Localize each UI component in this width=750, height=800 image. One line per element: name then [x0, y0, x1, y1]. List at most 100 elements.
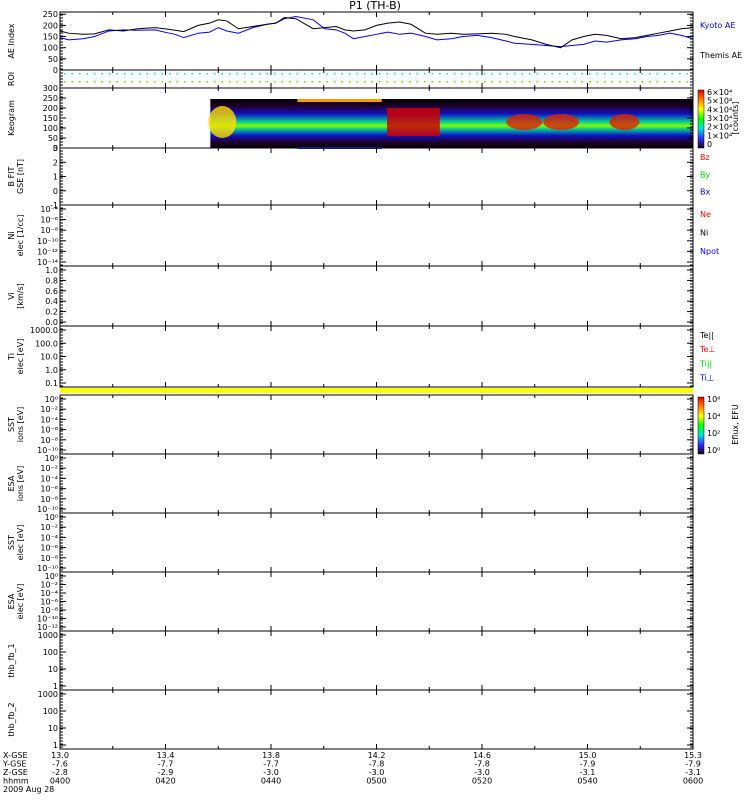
- roi-dot: [656, 73, 658, 75]
- roi-dot: [409, 81, 411, 83]
- roi-dot: [371, 73, 373, 75]
- roi-dot: [266, 81, 268, 83]
- roi-dot: [424, 73, 426, 75]
- keogram-bright-region: [208, 106, 237, 138]
- y-tick-label: 0.6: [45, 287, 58, 296]
- roi-dot: [596, 73, 598, 75]
- y-axis-label-bfit: B FIT: [7, 166, 16, 186]
- roi-dot: [424, 81, 426, 83]
- roi-dot: [154, 81, 156, 83]
- roi-dot: [101, 73, 103, 75]
- roi-dot: [656, 81, 658, 83]
- y-tick-label: 10⁻²: [40, 523, 58, 532]
- roi-dot: [266, 73, 268, 75]
- y-tick-label: 100: [43, 648, 58, 657]
- roi-dot: [454, 81, 456, 83]
- y-axis-sublabel-sst_i: ions [eV]: [16, 407, 25, 443]
- series-line-kyoto-ae: [59, 15, 694, 48]
- y-tick-label: 10⁻⁶: [40, 485, 58, 494]
- y-tick-label: 10⁻⁶: [40, 216, 58, 225]
- roi-dot: [236, 81, 238, 83]
- roi-dot: [536, 81, 538, 83]
- legend-Bz: Bz: [700, 153, 710, 162]
- y-axis-label-ti: Ti: [7, 353, 16, 361]
- roi-dot: [619, 81, 621, 83]
- roi-dot: [71, 73, 73, 75]
- roi-dot: [491, 81, 493, 83]
- roi-dot: [566, 73, 568, 75]
- panel-frame-fb2: [59, 689, 694, 750]
- roi-dot: [386, 73, 388, 75]
- roi-dot: [386, 81, 388, 83]
- roi-dot: [274, 81, 276, 83]
- legend-themis-ae: Themis AE: [699, 51, 742, 60]
- y-tick-label: 100: [43, 707, 58, 716]
- roi-dot: [206, 73, 208, 75]
- colorbar-sst_i: [697, 396, 705, 455]
- roi-dot: [199, 73, 201, 75]
- roi-dot: [214, 81, 216, 83]
- roi-dot: [394, 73, 396, 75]
- roi-dot: [191, 73, 193, 75]
- roi-dot: [199, 81, 201, 83]
- roi-dot: [169, 73, 171, 75]
- y-tick-label: 1: [53, 173, 58, 182]
- roi-dot: [604, 81, 606, 83]
- roi-dot: [506, 81, 508, 83]
- roi-dot: [274, 73, 276, 75]
- date-label: 2009 Aug 28: [3, 785, 54, 794]
- roi-dot: [671, 81, 673, 83]
- y-tick-label: 10⁻⁴: [40, 533, 58, 542]
- roi-dot: [686, 73, 688, 75]
- roi-dot: [521, 73, 523, 75]
- legend-Ni: Ni: [700, 228, 708, 237]
- roi-dot: [169, 81, 171, 83]
- roi-dot: [326, 81, 328, 83]
- legend-Te⊥: Te⊥: [699, 345, 715, 354]
- roi-dot: [229, 81, 231, 83]
- roi-dot: [619, 73, 621, 75]
- roi-dot: [319, 73, 321, 75]
- panel-frame-vi: [59, 265, 694, 327]
- y-tick-label: 100: [43, 44, 58, 53]
- roi-dot: [184, 73, 186, 75]
- roi-dot: [356, 81, 358, 83]
- y-axis-sublabel-bfit: GSE [nT]: [16, 159, 25, 194]
- roi-dot: [521, 81, 523, 83]
- y-axis-label-sst_i: SST: [7, 417, 16, 432]
- roi-dot: [401, 81, 403, 83]
- roi-dot: [236, 73, 238, 75]
- y-tick-label: 250: [43, 94, 58, 103]
- roi-dot: [439, 81, 441, 83]
- roi-dot: [131, 73, 133, 75]
- y-tick-label: 0.2: [45, 308, 58, 317]
- colorbar-label: [counts]: [731, 102, 740, 135]
- roi-dot: [296, 81, 298, 83]
- y-tick-label: 0: [53, 187, 58, 196]
- y-tick-label: 100: [43, 124, 58, 133]
- legend-Npot: Npot: [700, 247, 719, 256]
- roi-dot: [206, 81, 208, 83]
- y-tick-label: 150: [43, 114, 58, 123]
- roi-dot: [184, 81, 186, 83]
- y-tick-label: 1000.0: [30, 326, 58, 335]
- roi-dot: [356, 73, 358, 75]
- y-tick-label: 10⁻⁶: [40, 544, 58, 553]
- colorbar-tick-label: 10⁶: [707, 395, 720, 404]
- y-axis-label-keogram: Keogram: [7, 100, 16, 136]
- roi-dot: [431, 73, 433, 75]
- colorbar-tick-label: 0: [707, 140, 712, 149]
- y-tick-label: 10⁻⁸: [40, 436, 58, 445]
- y-tick-label: 1000: [38, 631, 58, 640]
- roi-dot: [611, 73, 613, 75]
- colorbar-label: Eflux, EFU: [731, 404, 740, 445]
- y-tick-label: 10⁻⁴: [40, 474, 58, 483]
- roi-dot: [484, 81, 486, 83]
- roi-dot: [491, 73, 493, 75]
- roi-dot: [364, 73, 366, 75]
- roi-dot: [476, 81, 478, 83]
- roi-dot: [251, 73, 253, 75]
- roi-dot: [394, 81, 396, 83]
- roi-dot: [311, 73, 313, 75]
- roi-dot: [529, 73, 531, 75]
